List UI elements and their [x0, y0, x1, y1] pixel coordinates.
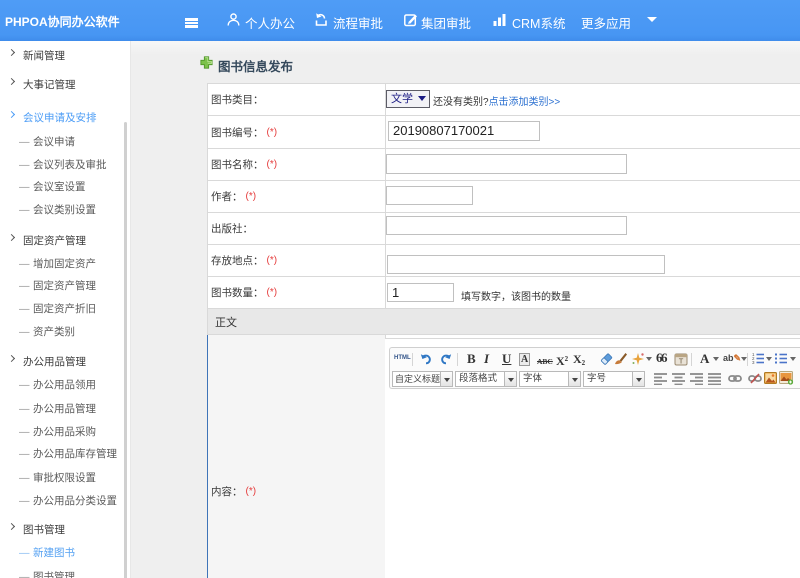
- svg-text:T: T: [679, 357, 684, 366]
- svg-text:3: 3: [752, 360, 755, 365]
